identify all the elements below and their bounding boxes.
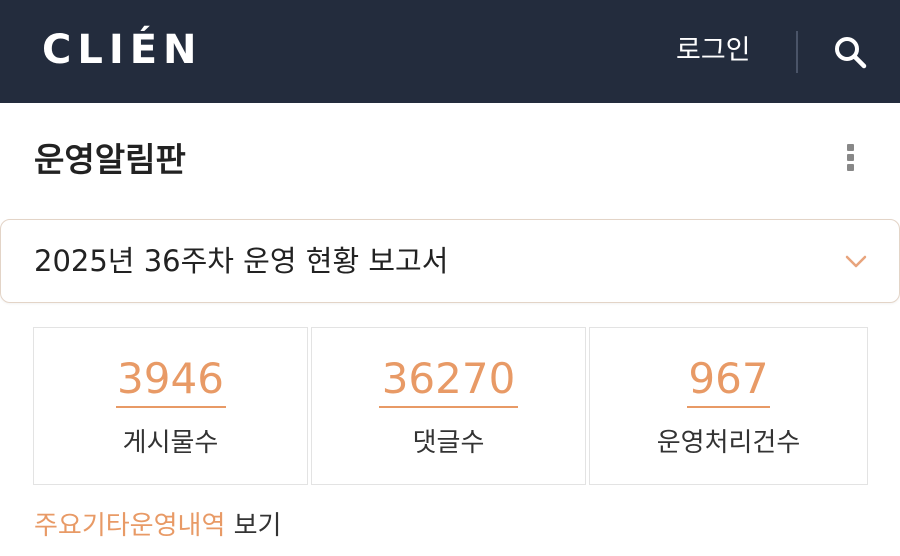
clien-logo[interactable]: CLIÉN <box>42 28 203 72</box>
stat-value-moderation: 967 <box>688 354 769 403</box>
stat-label-comments: 댓글수 <box>412 428 485 458</box>
report-title: 2025년 36주차 운영 현황 보고서 <box>34 244 449 278</box>
more-dot <box>846 164 854 171</box>
stat-label-moderation: 운영처리건수 <box>656 428 801 458</box>
nav-divider <box>796 31 798 73</box>
board-title: 운영알림판 <box>34 140 186 179</box>
report-accordion[interactable]: 2025년 36주차 운영 현황 보고서 <box>0 219 900 303</box>
stat-value-comments: 36270 <box>381 354 516 403</box>
stat-card-comments: 36270 댓글수 <box>311 327 586 485</box>
more-dot <box>846 154 854 161</box>
chevron-down-icon[interactable] <box>843 252 869 272</box>
stat-card-posts: 3946 게시물수 <box>33 327 308 485</box>
top-nav-bar: CLIÉN 로그인 <box>0 0 900 103</box>
login-link[interactable]: 로그인 <box>676 34 751 68</box>
stat-value-posts: 3946 <box>117 354 224 403</box>
stat-underline <box>687 406 770 408</box>
stat-label-posts: 게시물수 <box>122 428 219 458</box>
more-dot <box>846 144 854 151</box>
footer-link-suffix: 보기 <box>225 511 282 541</box>
stat-underline <box>116 406 226 408</box>
stat-underline <box>379 406 518 408</box>
more-vertical-icon[interactable] <box>838 144 862 176</box>
other-operations-link[interactable]: 주요기타운영내역 보기 <box>34 508 281 544</box>
footer-link-accent: 주요기타운영내역 <box>34 511 226 541</box>
search-icon[interactable] <box>832 34 868 70</box>
stat-card-moderation: 967 운영처리건수 <box>589 327 868 485</box>
